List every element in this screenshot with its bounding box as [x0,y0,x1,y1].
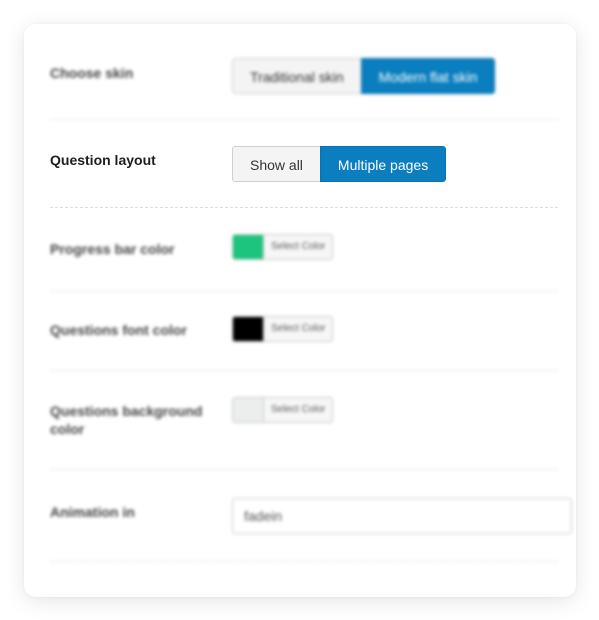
traditional-skin-button[interactable]: Traditional skin [232,58,361,94]
progress-bar-color-picker[interactable]: Select Color [232,234,334,260]
select-color-button[interactable]: Select Color [263,235,332,259]
multiple-pages-button[interactable]: Multiple pages [319,146,447,182]
choose-skin-label: Choose skin [50,65,134,81]
settings-card: Choose skin Traditional skin Modern flat… [24,24,576,597]
progress-color-swatch [233,235,263,259]
progress-bar-color-label: Progress bar color [50,241,175,257]
row-progress-bar-color: Progress bar color Select Color [50,208,558,292]
row-questions-background-color: Questions background color Select Color [50,371,558,470]
skin-toggle: Traditional skin Modern flat skin [232,58,496,94]
modern-flat-skin-button[interactable]: Modern flat skin [360,58,496,94]
row-choose-skin: Choose skin Traditional skin Modern flat… [50,24,558,120]
font-color-swatch [233,317,263,341]
question-layout-label: Question layout [50,152,156,168]
show-all-button[interactable]: Show all [232,146,320,182]
questions-background-color-picker[interactable]: Select Color [232,397,334,423]
select-color-button[interactable]: Select Color [263,317,332,341]
row-questions-font-color: Questions font color Select Color [50,292,558,371]
select-color-button[interactable]: Select Color [263,398,332,422]
layout-toggle: Show all Multiple pages [232,146,447,182]
animation-in-select[interactable]: fadein [232,498,572,534]
questions-font-color-label: Questions font color [50,322,187,338]
questions-font-color-picker[interactable]: Select Color [232,316,334,342]
animation-in-label: Animation in [50,504,135,520]
row-animation-in: Animation in fadein [50,470,572,562]
background-color-swatch [233,398,263,422]
row-question-layout: Question layout Show all Multiple pages [50,120,558,208]
questions-background-color-label: Questions background color [50,403,203,437]
